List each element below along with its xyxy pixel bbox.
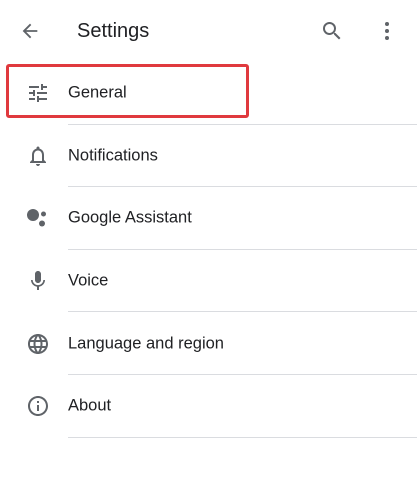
settings-item-label: General [68,83,127,102]
back-button[interactable] [16,17,44,45]
arrow-back-icon [22,23,38,39]
settings-item-label: Google Assistant [68,208,192,227]
page-title: Settings [77,20,150,42]
assistant-icon [24,204,52,232]
globe-icon [24,330,52,358]
settings-item-language-and-region[interactable]: Language and region [0,312,417,375]
more-vert-icon [385,22,389,40]
settings-item-label: Language and region [68,334,224,353]
bell-icon [24,142,52,170]
app-bar: Settings [0,0,417,62]
settings-item-about[interactable]: About [0,375,417,438]
settings-item-label: Notifications [68,146,158,165]
mic-icon [24,267,52,295]
settings-item-google-assistant[interactable]: Google Assistant [0,187,417,250]
search-icon [323,22,341,40]
settings-item-general[interactable]: General [0,62,417,125]
settings-item-label: About [68,396,112,415]
search-button[interactable] [318,17,346,45]
settings-list: General Notifications Google Assistant V… [0,62,417,438]
settings-item-label: Voice [68,271,109,290]
divider [68,436,417,438]
tune-icon [24,79,52,107]
more-options-button[interactable] [373,17,401,45]
settings-item-notifications[interactable]: Notifications [0,125,417,188]
info-icon [24,392,52,420]
settings-item-voice[interactable]: Voice [0,250,417,313]
